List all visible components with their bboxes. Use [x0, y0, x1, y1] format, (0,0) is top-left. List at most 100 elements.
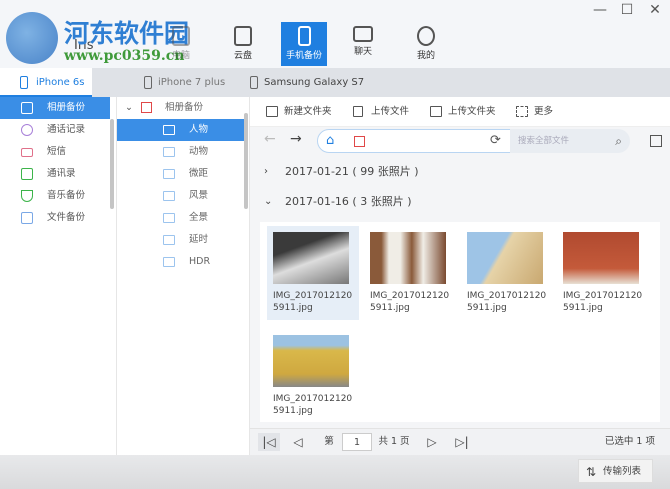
- photo-name: IMG_2017012120: [563, 291, 643, 301]
- cloud-drive-icon: [234, 26, 252, 46]
- sidebar-item-label: 通讯录: [47, 168, 76, 179]
- page-prefix: 第: [324, 436, 334, 447]
- watermark-logo-icon: [6, 12, 58, 64]
- photo-name: IMG_2017012120: [273, 291, 353, 301]
- page-input[interactable]: 1: [342, 433, 372, 451]
- upload-file-icon: [353, 106, 363, 117]
- button-label: 更多: [534, 106, 554, 117]
- chevron-down-icon: ⌄: [125, 102, 133, 113]
- folder-icon: [163, 257, 175, 267]
- next-page-button[interactable]: ▷: [425, 433, 439, 451]
- phone-icon: [20, 76, 28, 89]
- search-icon[interactable]: ⌕: [615, 129, 622, 153]
- photo-name-ext: 5911.jpg: [467, 303, 507, 313]
- new-folder-button[interactable]: 新建文件夹: [266, 103, 332, 121]
- sidebar-item-label: 相册备份: [47, 102, 86, 113]
- back-button[interactable]: ←: [264, 131, 276, 147]
- minimize-button[interactable]: —: [590, 2, 610, 20]
- photo-name-ext: 5911.jpg: [273, 406, 313, 416]
- sidebar-item-music[interactable]: 音乐备份: [0, 185, 110, 207]
- album-tree: ⌄ 相册备份 人物 动物 微距 风景 全景 延时 HDR: [117, 97, 250, 455]
- calendar-icon[interactable]: [650, 135, 662, 147]
- maximize-button[interactable]: ☐: [617, 2, 637, 20]
- prev-page-button[interactable]: ◁: [290, 433, 306, 451]
- tab-samsung-galaxy-s7[interactable]: Samsung Galaxy S7: [246, 68, 386, 97]
- tree-item-macro[interactable]: 微距: [117, 163, 247, 185]
- upload-folder-icon: [430, 106, 442, 117]
- button-label: 新建文件夹: [284, 106, 332, 117]
- refresh-icon[interactable]: ⟳: [490, 133, 501, 148]
- new-folder-icon: [266, 106, 278, 117]
- close-button[interactable]: ✕: [645, 2, 665, 20]
- phone-icon: [144, 76, 152, 89]
- tree-scrollbar[interactable]: [244, 113, 248, 209]
- chat-icon: [353, 26, 373, 42]
- nav-phone-backup[interactable]: 手机备份: [281, 22, 327, 66]
- folder-icon: [163, 191, 175, 201]
- tree-item-label: 微距: [189, 168, 209, 179]
- home-icon[interactable]: ⌂: [326, 133, 334, 148]
- more-button[interactable]: 更多: [516, 103, 553, 121]
- nav-label: 聊天: [353, 47, 372, 57]
- tab-iphone-7-plus[interactable]: iPhone 7 plus: [140, 68, 250, 97]
- nav-mine[interactable]: 我的: [403, 22, 449, 66]
- forward-button[interactable]: →: [290, 131, 302, 147]
- phone-icon: [21, 124, 33, 136]
- photo-name: IMG_2017012120: [273, 394, 353, 404]
- transfer-list-button[interactable]: ⇅ 传输列表: [578, 459, 653, 483]
- photo-thumbnail: [563, 232, 639, 284]
- tree-item-animals[interactable]: 动物: [117, 141, 247, 163]
- sidebar-item-files[interactable]: 文件备份: [0, 207, 110, 229]
- first-page-button[interactable]: |◁: [258, 433, 280, 451]
- tree-item-landscape[interactable]: 风景: [117, 185, 247, 207]
- contacts-icon: [21, 168, 33, 180]
- upload-folder-button[interactable]: 上传文件夹: [430, 103, 496, 121]
- date-group-expanded[interactable]: ⌄ 2017-01-16 ( 3 张照片 ): [250, 190, 670, 213]
- search-input[interactable]: 搜索全部文件 ⌕: [510, 129, 630, 153]
- photo-name-ext: 5911.jpg: [273, 303, 313, 313]
- photo-thumbnail: [273, 232, 349, 284]
- nav-cloud[interactable]: 云盘: [220, 22, 266, 66]
- tree-item-label: 延时: [189, 234, 209, 245]
- photo-item[interactable]: IMG_2017012120 5911.jpg: [364, 226, 456, 320]
- last-page-button[interactable]: ▷|: [453, 433, 471, 451]
- sidebar-item-label: 音乐备份: [47, 190, 86, 201]
- photo-item[interactable]: IMG_2017012120 5911.jpg: [267, 329, 359, 423]
- nav-chat[interactable]: 聊天: [340, 22, 386, 66]
- sidebar-scrollbar[interactable]: [110, 119, 114, 209]
- button-label: 传输列表: [603, 466, 642, 477]
- sidebar-item-contacts[interactable]: 通讯录: [0, 163, 110, 185]
- tab-iphone-6s-plus[interactable]: iPhone 6s plus: [0, 68, 92, 117]
- sidebar-item-photos[interactable]: 相册备份: [0, 97, 110, 119]
- nav-computer[interactable]: 电脑: [158, 22, 204, 66]
- tree-item-label: 全景: [189, 212, 209, 223]
- tree-item-label: 风景: [189, 190, 209, 201]
- button-label: 上传文件: [371, 106, 410, 117]
- mail-icon: [21, 148, 33, 157]
- tree-item-panorama[interactable]: 全景: [117, 207, 247, 229]
- folder-icon: [163, 213, 175, 223]
- photo-thumbnail: [273, 335, 349, 387]
- photo-item[interactable]: IMG_2017012120 5911.jpg: [461, 226, 553, 320]
- nav-label: 手机备份: [285, 51, 322, 61]
- music-icon: [21, 190, 33, 202]
- upload-file-button[interactable]: 上传文件: [353, 103, 409, 121]
- sidebar-item-sms[interactable]: 短信: [0, 141, 110, 163]
- date-group-collapsed[interactable]: › 2017-01-21 ( 99 张照片 ): [250, 160, 670, 183]
- tree-item-timelapse[interactable]: 延时: [117, 229, 247, 251]
- tree-root[interactable]: ⌄ 相册备份: [117, 97, 247, 119]
- search-placeholder: 搜索全部文件: [518, 136, 570, 146]
- folder-icon: [163, 169, 175, 179]
- sidebar-item-label: 短信: [47, 146, 67, 157]
- tree-item-hdr[interactable]: HDR: [117, 251, 247, 273]
- sidebar: 相册备份 通话记录 短信 通讯录 音乐备份 文件备份: [0, 97, 117, 455]
- photo-name-ext: 5911.jpg: [370, 303, 410, 313]
- photo-item[interactable]: IMG_2017012120 5911.jpg: [557, 226, 649, 320]
- tab-label: Samsung Galaxy S7: [264, 77, 365, 88]
- tree-item-people[interactable]: 人物: [117, 119, 247, 141]
- nav-label: 我的: [416, 51, 435, 61]
- photo-item[interactable]: IMG_2017012120 5911.jpg: [267, 226, 359, 320]
- chevron-down-icon: ⌄: [264, 196, 273, 207]
- monitor-icon: [172, 26, 190, 46]
- sidebar-item-calls[interactable]: 通话记录: [0, 119, 110, 141]
